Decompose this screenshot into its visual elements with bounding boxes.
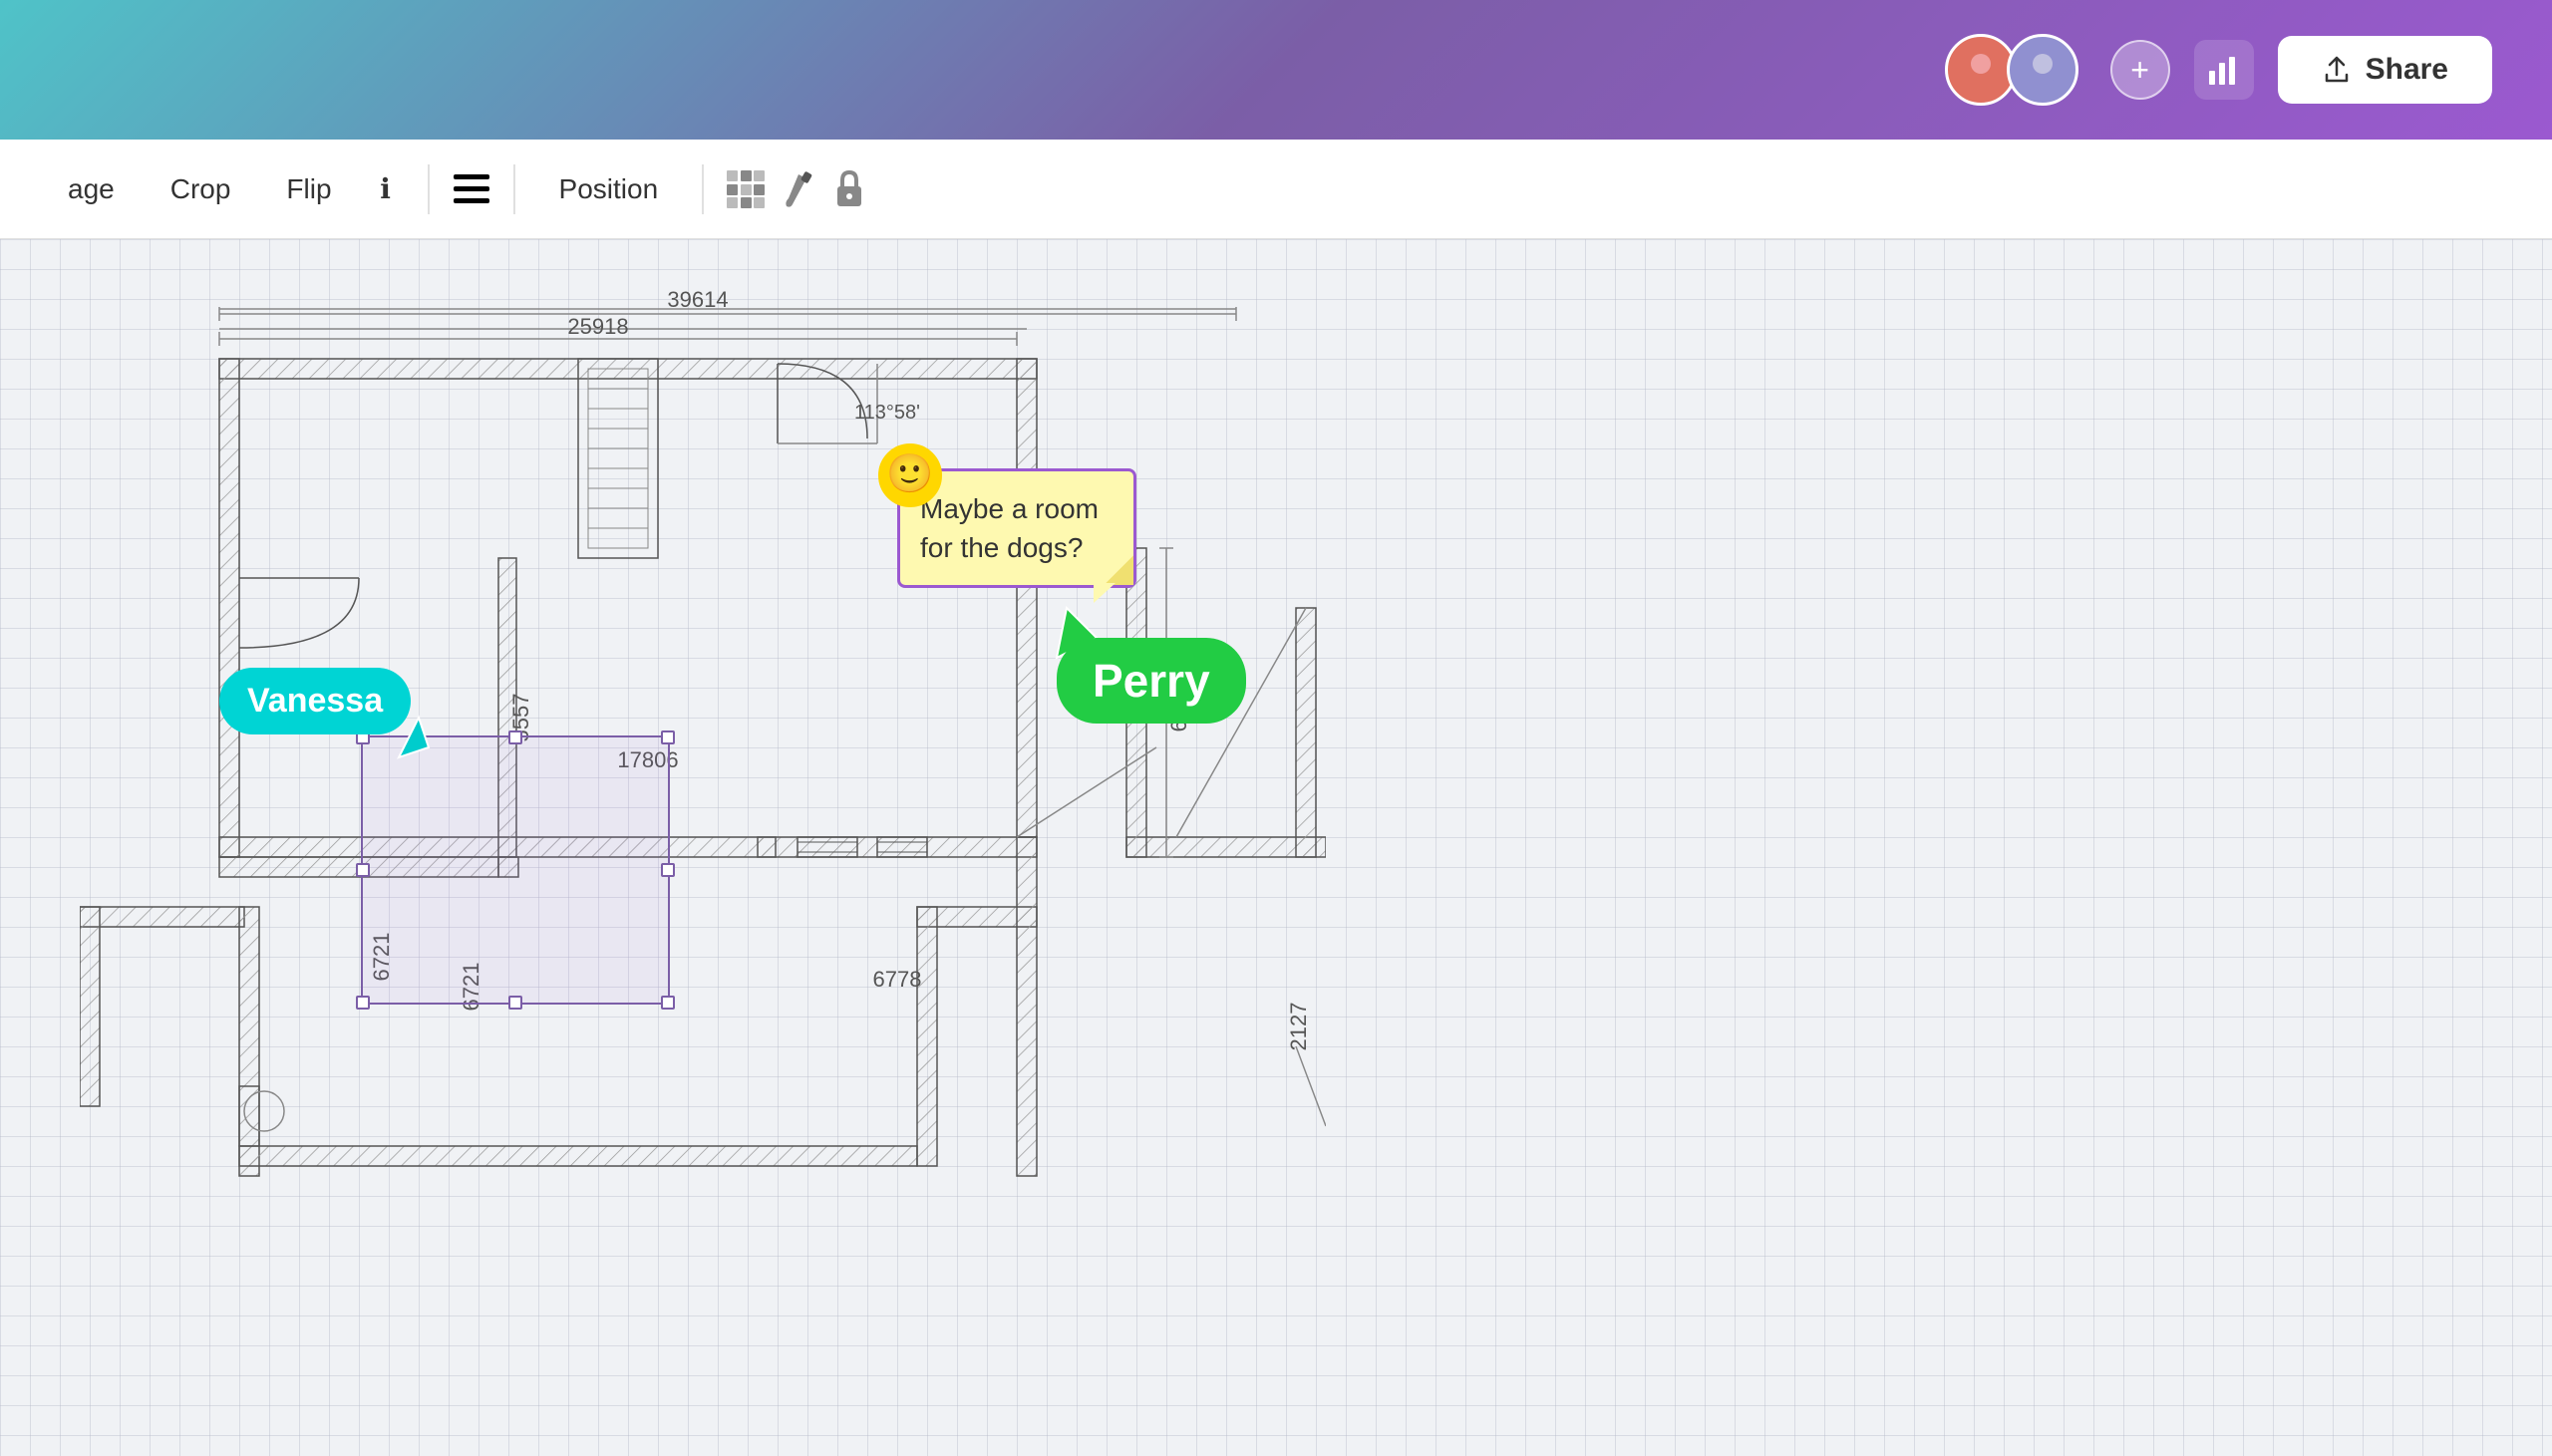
svg-text:2127: 2127 [1286, 1003, 1311, 1051]
svg-text:39614: 39614 [667, 287, 728, 312]
selection-handle-br[interactable] [661, 996, 675, 1010]
analytics-button[interactable] [2194, 40, 2254, 100]
selection-handle-rm[interactable] [661, 863, 675, 877]
share-button[interactable]: Share [2278, 36, 2492, 104]
toolbar-crop[interactable]: Crop [143, 161, 259, 217]
sticky-emoji: 🙂 [878, 443, 942, 507]
collaborators-avatars [1945, 34, 2078, 106]
svg-text:113°58': 113°58' [854, 402, 920, 424]
add-collaborator-button[interactable]: + [2110, 40, 2170, 100]
toolbar-divider2 [513, 164, 515, 214]
selection-handle-bl[interactable] [356, 996, 370, 1010]
toolbar-divider3 [702, 164, 704, 214]
vanessa-user-label: Vanessa [219, 668, 411, 734]
floorplan-svg: 39614 25918 113°58' 5557 17806 6721 6721… [80, 269, 1326, 1216]
selection-box [361, 735, 670, 1005]
grid-icon[interactable] [720, 163, 772, 215]
canvas: 39614 25918 113°58' 5557 17806 6721 6721… [0, 239, 2552, 1456]
menu-icon[interactable] [446, 163, 497, 215]
lock-icon[interactable] [823, 163, 875, 215]
toolbar: age Crop Flip ℹ Position [0, 140, 2552, 239]
toolbar-flip[interactable]: Flip [258, 161, 359, 217]
svg-text:25918: 25918 [567, 314, 628, 339]
share-label: Share [2366, 53, 2448, 87]
avatar-user2[interactable] [2007, 34, 2078, 106]
selection-handle-tr[interactable] [661, 730, 675, 744]
toolbar-image[interactable]: age [40, 161, 143, 217]
perry-user-label: Perry [1057, 638, 1246, 724]
paint-icon[interactable] [772, 163, 823, 215]
vanessa-cursor [389, 708, 439, 767]
toolbar-divider [428, 164, 430, 214]
sticky-note[interactable]: 🙂 Maybe a room for the dogs? [897, 468, 1136, 588]
header: + Share [0, 0, 2552, 140]
selection-handle-bm[interactable] [508, 996, 522, 1010]
selection-handle-tm[interactable] [508, 730, 522, 744]
svg-text:6778: 6778 [873, 967, 922, 992]
info-icon[interactable]: ℹ [360, 163, 412, 215]
selection-handle-lm[interactable] [356, 863, 370, 877]
toolbar-position[interactable]: Position [531, 161, 687, 217]
avatar-user1[interactable] [1945, 34, 2017, 106]
